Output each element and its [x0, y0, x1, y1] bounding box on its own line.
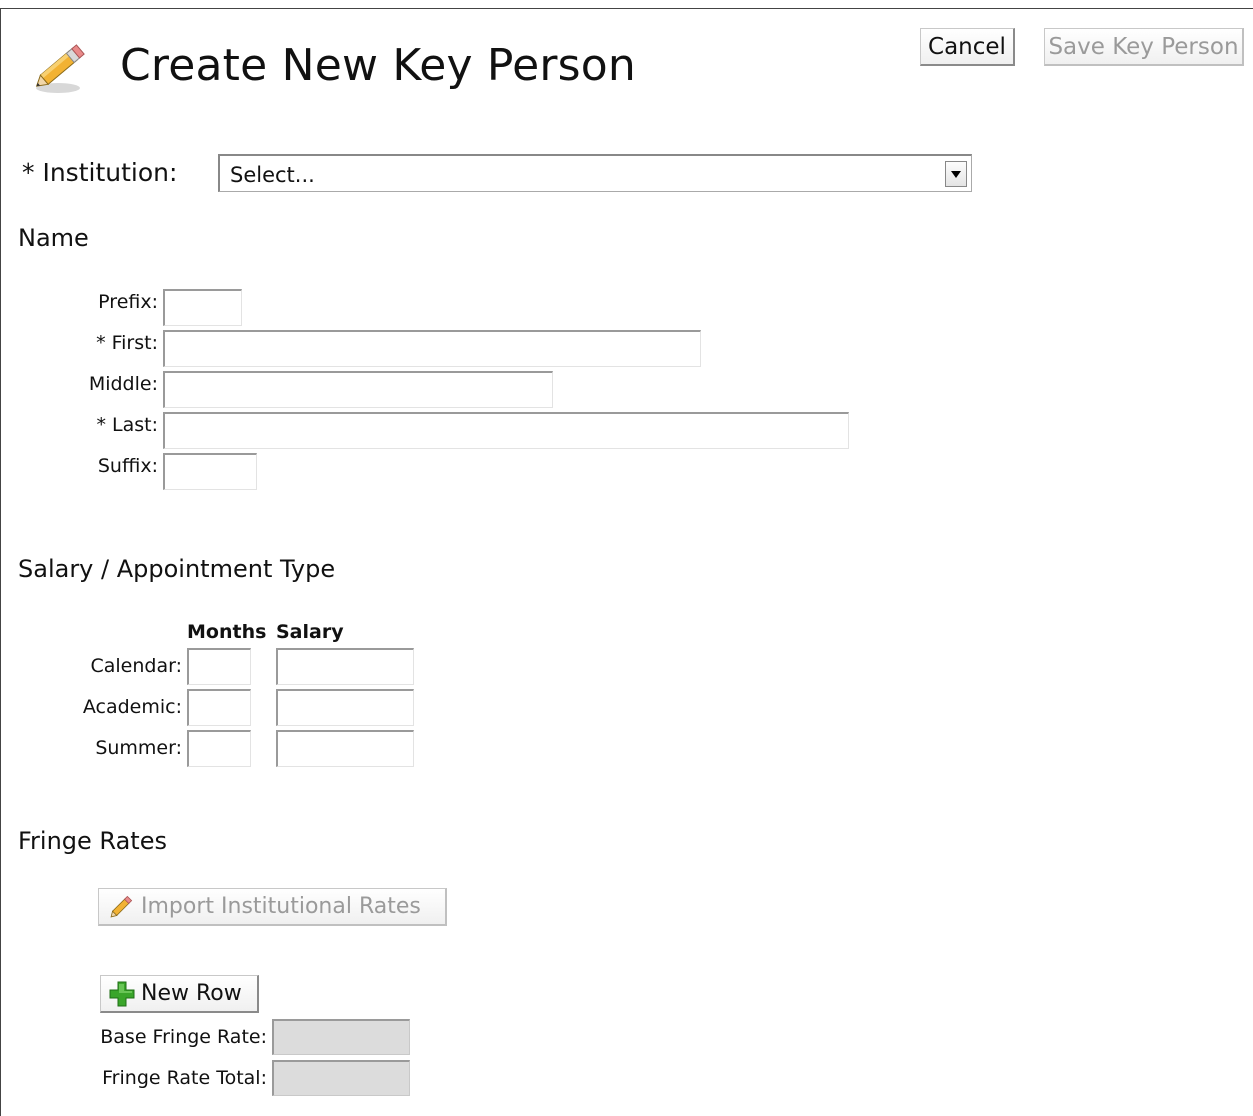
last-name-label: * Last:: [96, 414, 158, 436]
summer-months-input[interactable]: [187, 730, 251, 767]
months-column-header: Months: [187, 621, 267, 643]
summer-salary-input[interactable]: [276, 730, 414, 767]
fringe-rate-total-label: Fringe Rate Total:: [102, 1067, 267, 1089]
base-fringe-rate-label: Base Fringe Rate:: [100, 1026, 267, 1048]
import-institutional-rates-label: Import Institutional Rates: [141, 894, 421, 919]
calendar-salary-input[interactable]: [276, 648, 414, 685]
pencil-icon: [35, 44, 85, 93]
first-name-label: * First:: [96, 332, 158, 354]
middle-name-input[interactable]: [163, 371, 553, 408]
institution-select[interactable]: Select...: [218, 154, 972, 192]
salary-section-heading: Salary / Appointment Type: [18, 555, 336, 583]
new-row-button[interactable]: New Row: [100, 975, 259, 1013]
institution-select-value: Select...: [230, 163, 315, 187]
academic-salary-input[interactable]: [276, 689, 414, 726]
save-key-person-button[interactable]: Save Key Person: [1044, 28, 1244, 66]
plus-icon: [109, 981, 135, 1006]
cancel-button[interactable]: Cancel: [920, 28, 1015, 66]
prefix-input[interactable]: [163, 289, 242, 326]
academic-months-input[interactable]: [187, 689, 251, 726]
suffix-label: Suffix:: [97, 455, 158, 477]
new-row-label: New Row: [141, 981, 242, 1006]
calendar-months-input[interactable]: [187, 648, 251, 685]
academic-label: Academic:: [82, 696, 182, 718]
page-title: Create New Key Person: [120, 40, 636, 91]
last-name-input[interactable]: [163, 412, 849, 449]
salary-column-header: Salary: [276, 621, 344, 643]
middle-name-label: Middle:: [88, 373, 158, 395]
first-name-input[interactable]: [163, 330, 701, 367]
base-fringe-rate-field: [272, 1019, 410, 1055]
name-section-heading: Name: [18, 224, 89, 252]
institution-label: * Institution:: [22, 158, 178, 187]
fringe-section-heading: Fringe Rates: [18, 827, 167, 855]
suffix-input[interactable]: [163, 453, 257, 490]
import-institutional-rates-button[interactable]: Import Institutional Rates: [98, 888, 447, 926]
chevron-down-icon[interactable]: [945, 161, 967, 187]
prefix-label: Prefix:: [98, 291, 158, 313]
pencil-icon: [110, 895, 133, 917]
fringe-rate-total-field: [272, 1060, 410, 1096]
summer-label: Summer:: [95, 737, 182, 759]
calendar-label: Calendar:: [90, 655, 182, 677]
